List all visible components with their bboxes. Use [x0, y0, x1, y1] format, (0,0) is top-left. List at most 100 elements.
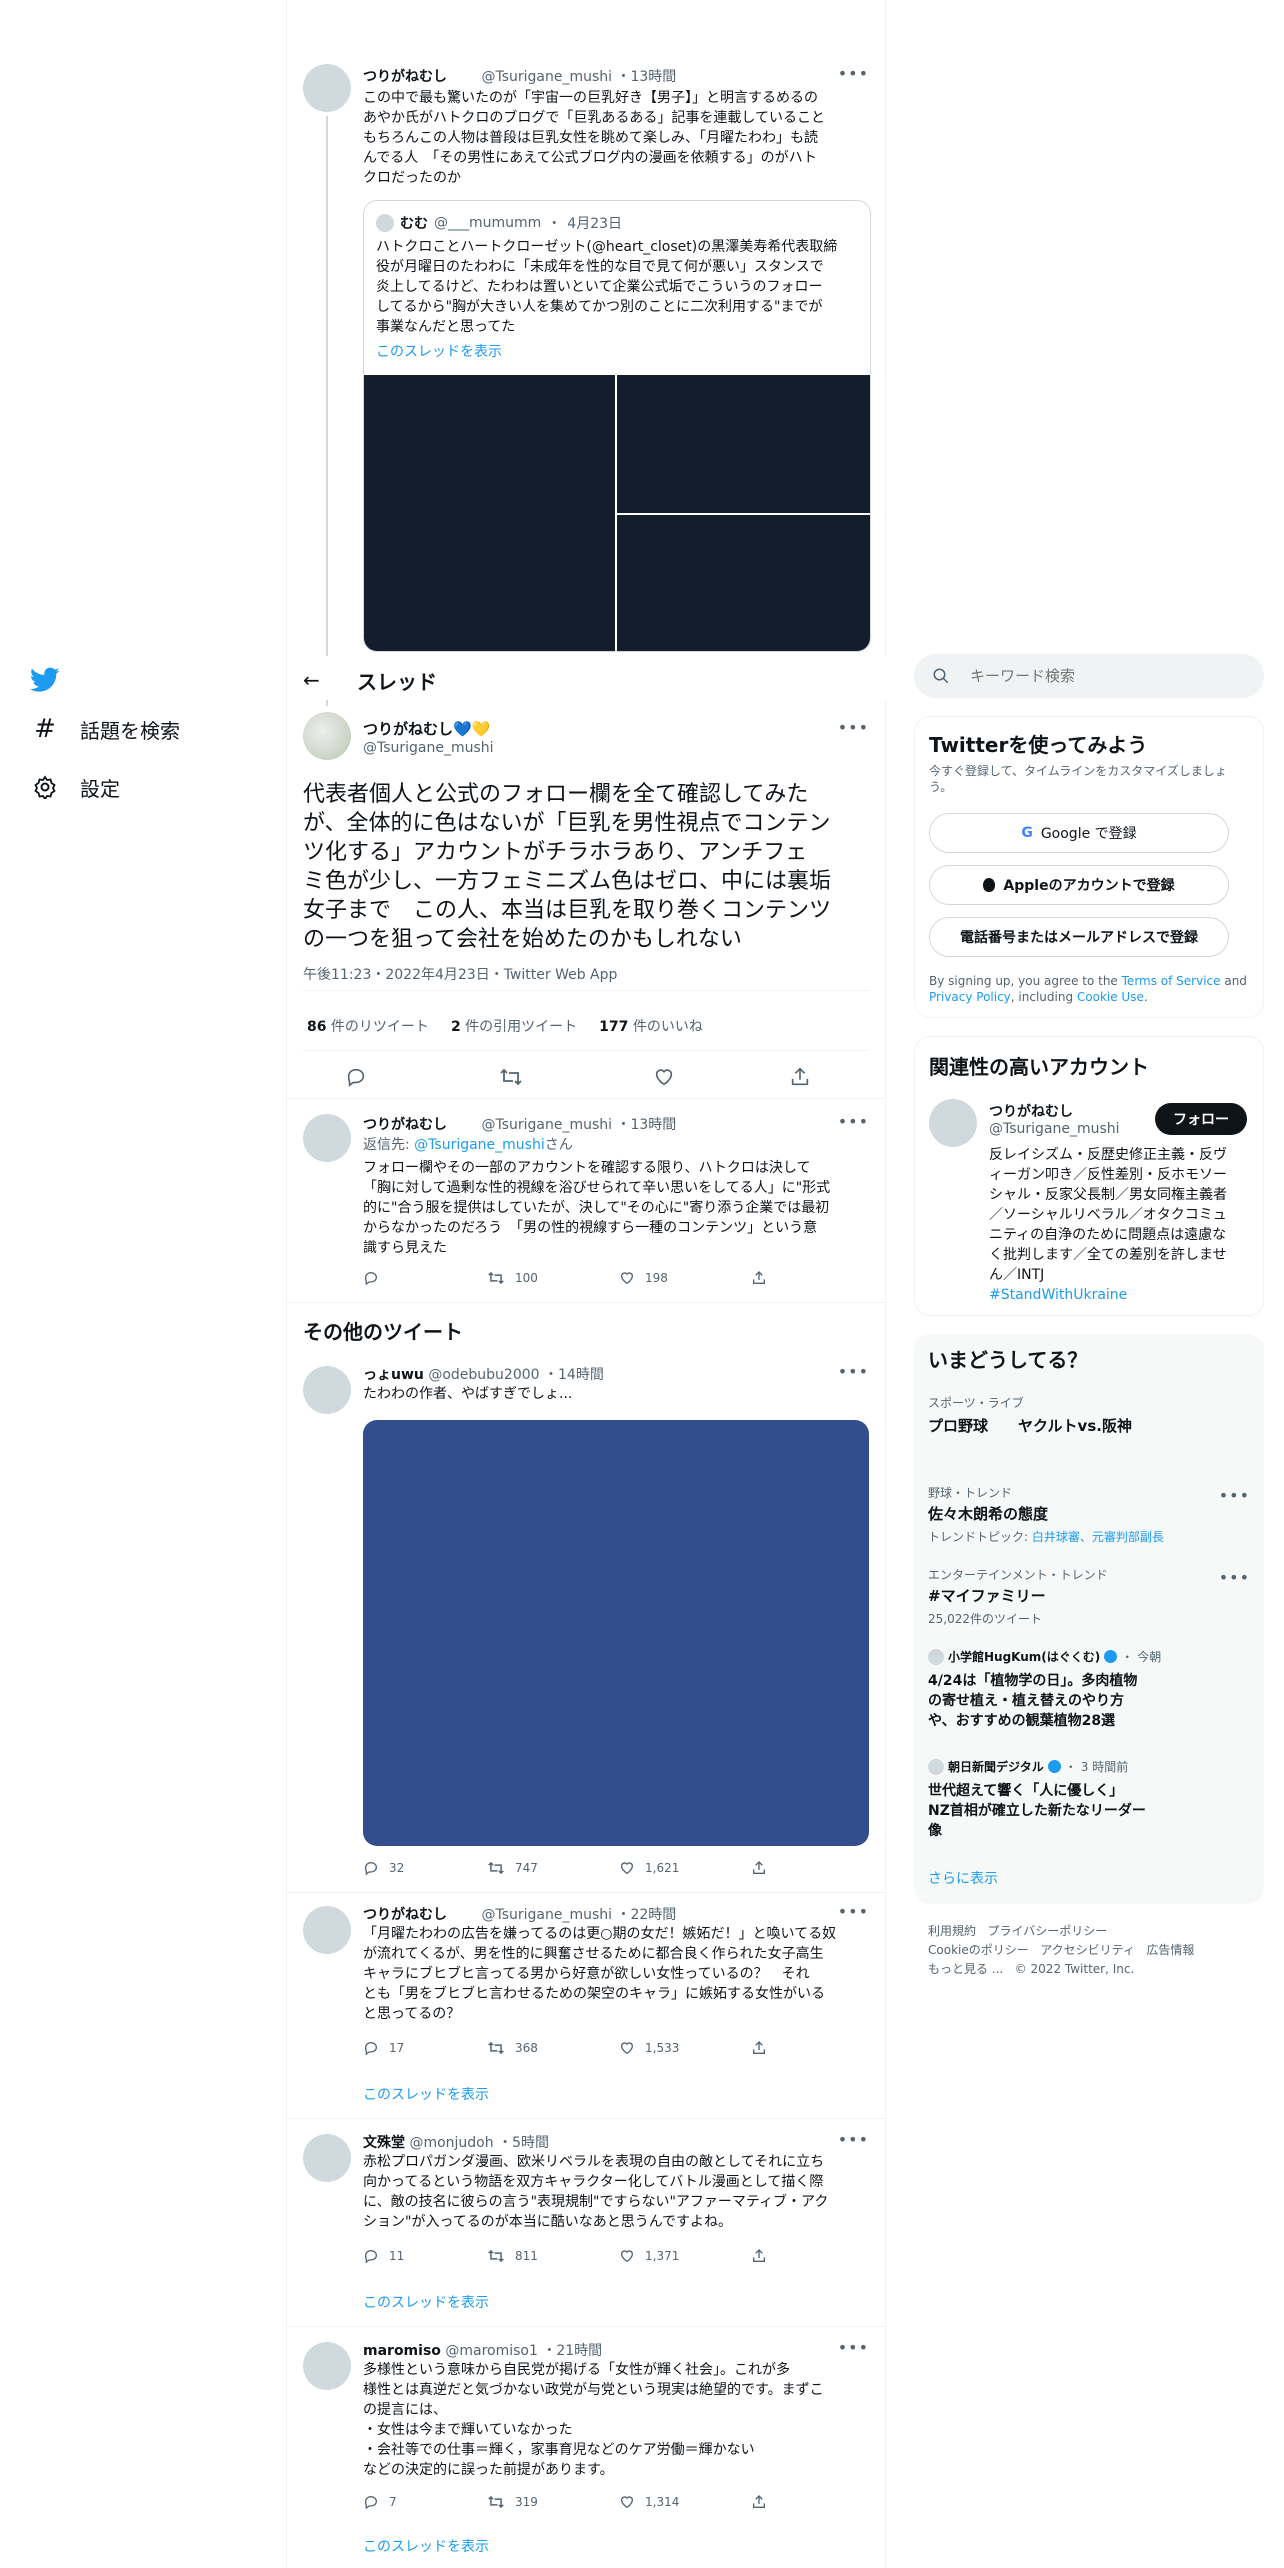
retweet-button[interactable]: 811 [487, 2248, 619, 2264]
footer-link[interactable]: 広告情報 [1146, 1943, 1194, 1957]
nav-explore[interactable]: # 話題を検索 [30, 700, 280, 758]
like-button[interactable]: 198 [619, 1270, 751, 1286]
reply-button[interactable]: 7 [363, 2494, 487, 2510]
more-icon[interactable]: ••• [838, 718, 869, 737]
author-handle[interactable]: @Tsurigane_mushi [481, 69, 612, 85]
more-icon[interactable]: ••• [838, 2338, 869, 2357]
author-handle[interactable]: @odebubu2000 [428, 1367, 539, 1383]
quote-image-1[interactable] [364, 375, 615, 651]
trend-item[interactable]: 野球・トレンド 佐々木朗希の態度 トレンドトピック: 白井球審、元審判部副長 [928, 1484, 1248, 1545]
news-item[interactable]: 朝日新聞デジタル ・ 3 時間前 世代超えて響く「人に優しく」 NZ首相が確立した… [928, 1758, 1248, 1841]
avatar[interactable] [303, 1366, 351, 1414]
news-item[interactable]: 小学館HugKum(はぐくむ) ・今朝 4/24は「植物学の日」。多肉植物 の寄… [928, 1648, 1248, 1731]
avatar[interactable] [303, 712, 351, 760]
retweet-icon[interactable] [499, 1066, 523, 1088]
more-icon[interactable]: ••• [838, 1362, 869, 1381]
thread-prev-tweet[interactable]: つりがねむし @Tsurigane_mushi ・13時間 ••• この中で最も… [287, 56, 887, 706]
tweet-time[interactable]: 22時間 [630, 1907, 676, 1923]
phone-email-signup-button[interactable]: 電話番号またはメールアドレスで登録 [929, 917, 1229, 957]
trend-item[interactable]: スポーツ・ライブ プロ野球 ヤクルトvs.阪神 [928, 1394, 1248, 1436]
apple-signup-button[interactable]: Appleのアカウントで登録 [929, 865, 1229, 905]
share-button[interactable] [751, 1860, 767, 1876]
author-handle[interactable]: @Tsurigane_mushi [363, 740, 494, 756]
search-input[interactable] [970, 665, 1240, 687]
author-name[interactable]: つりがねむし [363, 69, 447, 85]
related-account-handle[interactable]: @Tsurigane_mushi [989, 1121, 1120, 1137]
tweet-time[interactable]: 13時間 [630, 69, 676, 85]
author-handle[interactable]: @Tsurigane_mushi [481, 1907, 612, 1923]
back-arrow-icon[interactable]: ← [303, 668, 320, 692]
quotes-stat[interactable]: 2 件の引用ツイート [451, 1016, 577, 1036]
author-handle[interactable]: @maromiso1 [445, 2343, 538, 2359]
footer-link[interactable]: プライバシーポリシー [987, 1924, 1107, 1938]
author-handle[interactable]: @Tsurigane_mushi [481, 1117, 612, 1133]
timeline-tweet[interactable]: つりがねむし @Tsurigane_mushi ・22時間 ••• 「月曜たわわ… [287, 1902, 887, 2104]
avatar[interactable] [303, 64, 351, 112]
avatar[interactable] [929, 1099, 977, 1147]
avatar[interactable] [303, 2342, 351, 2390]
show-thread-link[interactable]: このスレッドを表示 [363, 2536, 489, 2556]
tweet-time[interactable]: 13時間 [630, 1117, 676, 1133]
more-icon[interactable]: ••• [838, 1112, 869, 1131]
reply-button[interactable]: 32 [363, 1860, 487, 1876]
avatar[interactable] [303, 2134, 351, 2182]
likes-stat[interactable]: 177 件のいいね [599, 1016, 703, 1036]
author-name[interactable]: maromiso [363, 2343, 441, 2359]
tweet-meta[interactable]: 午後11:23・2022年4月23日・Twitter Web App [303, 964, 617, 984]
quote-image-3[interactable] [617, 515, 870, 651]
quote-show-thread-link[interactable]: このスレッドを表示 [376, 341, 502, 361]
tweet-media[interactable] [363, 1420, 869, 1846]
more-icon[interactable]: ••• [838, 64, 869, 83]
more-icon[interactable]: ••• [838, 2130, 869, 2149]
tweet-time[interactable]: 5時間 [512, 2135, 549, 2151]
share-icon[interactable] [789, 1066, 811, 1088]
reply-to-link[interactable]: @Tsurigane_mushi [414, 1137, 545, 1153]
share-button[interactable] [751, 2494, 767, 2510]
footer-link[interactable]: アクセシビリティ [1040, 1943, 1135, 1957]
twitter-logo[interactable] [30, 660, 280, 700]
like-button[interactable]: 1,314 [619, 2494, 751, 2510]
timeline-tweet[interactable]: っょuwu @odebubu2000 ・14時間 ••• たわわの作者、やばすぎ… [287, 1362, 887, 1886]
author-name[interactable]: つりがねむし [363, 1907, 447, 1923]
more-icon[interactable]: ••• [838, 1902, 869, 1921]
nav-settings[interactable]: 設定 [30, 758, 280, 816]
author-name[interactable]: っょuwu [363, 1367, 424, 1383]
like-button[interactable]: 1,533 [619, 2040, 751, 2056]
timeline-tweet[interactable]: maromiso @maromiso1 ・21時間 ••• 多様性という意味から… [287, 2338, 887, 2558]
trend-item[interactable]: エンターテインメント・トレンド #マイファミリー 25,022件のツイート [928, 1566, 1248, 1627]
more-icon[interactable]: ••• [1219, 1486, 1250, 1505]
reply-button[interactable]: 11 [363, 2248, 487, 2264]
show-thread-link[interactable]: このスレッドを表示 [363, 2292, 489, 2312]
share-button[interactable] [751, 2248, 767, 2264]
like-icon[interactable] [653, 1066, 675, 1088]
quote-tweet[interactable]: むむ @___mumumm ・ 4月23日 ハトクロことハートクローゼット(@he… [363, 200, 871, 652]
author-name[interactable]: つりがねむし [363, 1117, 447, 1133]
author-name[interactable]: つりがねむし💙💛 [363, 718, 490, 739]
follow-button[interactable]: フォロー [1155, 1103, 1247, 1135]
footer-link[interactable]: 利用規約 [928, 1924, 976, 1938]
quote-image-2[interactable] [617, 375, 870, 513]
privacy-link[interactable]: Privacy Policy [929, 990, 1011, 1004]
timeline-tweet[interactable]: 文殊堂 @monjudoh ・5時間 ••• 赤松プロパガンダ漫画、欧米リベラル… [287, 2130, 887, 2320]
more-icon[interactable]: ••• [1219, 1568, 1250, 1587]
show-thread-link[interactable]: このスレッドを表示 [363, 2084, 489, 2104]
terms-link[interactable]: Terms of Service [1122, 974, 1221, 988]
author-handle[interactable]: @monjudoh [409, 2135, 493, 2151]
trend-topic-links[interactable]: 白井球審、元審判部副長 [1032, 1530, 1164, 1544]
tweet-time[interactable]: 21時間 [556, 2343, 602, 2359]
retweet-button[interactable]: 100 [487, 1270, 619, 1286]
reply-button[interactable] [363, 1270, 487, 1286]
share-button[interactable] [751, 2040, 767, 2056]
like-button[interactable]: 1,621 [619, 1860, 751, 1876]
retweet-button[interactable]: 319 [487, 2494, 619, 2510]
avatar[interactable] [303, 1114, 351, 1162]
footer-link[interactable]: Cookieのポリシー [928, 1943, 1029, 1957]
footer-more-link[interactable]: もっと見る ... [928, 1962, 1003, 1976]
avatar[interactable] [303, 1906, 351, 1954]
tweet-time[interactable]: 14時間 [558, 1367, 604, 1383]
hashtag-link[interactable]: #StandWithUkraine [989, 1285, 1253, 1305]
share-button[interactable] [751, 1270, 767, 1286]
related-account-name[interactable]: つりがねむし [989, 1101, 1073, 1121]
like-button[interactable]: 1,371 [619, 2248, 751, 2264]
show-more-link[interactable]: さらに表示 [928, 1868, 998, 1888]
